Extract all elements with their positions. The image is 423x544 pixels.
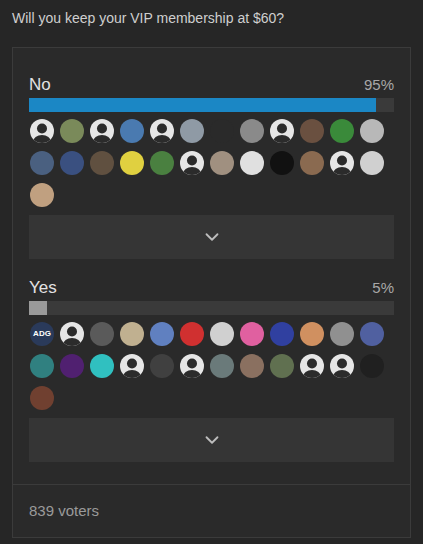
- avatar[interactable]: [180, 354, 204, 378]
- user-silhouette-icon: [270, 119, 294, 143]
- avatar[interactable]: [30, 354, 54, 378]
- user-silhouette-icon: [150, 119, 174, 143]
- user-silhouette-icon: [300, 354, 324, 378]
- avatar[interactable]: [120, 119, 144, 143]
- expand-button[interactable]: [29, 215, 394, 259]
- avatar[interactable]: [360, 322, 384, 346]
- user-silhouette-icon: [120, 354, 144, 378]
- poll-footer: 839 voters: [13, 484, 410, 537]
- poll-option: Yes 5% ADG: [29, 277, 394, 462]
- avatar[interactable]: [270, 151, 294, 175]
- poll-option: No 95%: [29, 74, 394, 259]
- avatar[interactable]: [150, 354, 174, 378]
- option-bar-fill: [29, 98, 376, 112]
- chevron-down-icon: [201, 226, 223, 248]
- option-label: Yes: [29, 279, 57, 296]
- avatar[interactable]: [270, 322, 294, 346]
- avatar[interactable]: [30, 386, 54, 410]
- avatar[interactable]: [360, 354, 384, 378]
- avatar[interactable]: [90, 119, 114, 143]
- avatar[interactable]: [60, 151, 84, 175]
- avatar[interactable]: [330, 151, 354, 175]
- chevron-down-icon: [201, 429, 223, 451]
- avatar[interactable]: [270, 119, 294, 143]
- avatar[interactable]: [240, 119, 264, 143]
- avatar[interactable]: [150, 322, 174, 346]
- avatar[interactable]: [300, 354, 324, 378]
- expand-button[interactable]: [29, 418, 394, 462]
- avatar[interactable]: [150, 151, 174, 175]
- option-bar: [29, 98, 394, 112]
- avatar[interactable]: [210, 354, 234, 378]
- user-silhouette-icon: [90, 119, 114, 143]
- avatar[interactable]: [240, 151, 264, 175]
- option-percent: 95%: [364, 77, 394, 92]
- avatar[interactable]: [60, 119, 84, 143]
- avatar[interactable]: [330, 322, 354, 346]
- user-silhouette-icon: [180, 151, 204, 175]
- avatar[interactable]: [150, 119, 174, 143]
- avatar[interactable]: [120, 354, 144, 378]
- user-silhouette-icon: [30, 119, 54, 143]
- poll-question: Will you keep your VIP membership at $60…: [12, 8, 411, 28]
- avatar[interactable]: [360, 119, 384, 143]
- voter-count: 839 voters: [29, 502, 99, 519]
- avatar[interactable]: [270, 354, 294, 378]
- poll-page: Will you keep your VIP membership at $60…: [0, 0, 423, 544]
- avatar[interactable]: [60, 354, 84, 378]
- avatar[interactable]: [180, 151, 204, 175]
- avatar[interactable]: [210, 322, 234, 346]
- avatar[interactable]: [60, 322, 84, 346]
- avatar[interactable]: [330, 119, 354, 143]
- avatar[interactable]: [120, 151, 144, 175]
- user-silhouette-icon: [330, 151, 354, 175]
- option-label: No: [29, 76, 51, 93]
- user-silhouette-icon: [60, 322, 84, 346]
- avatar[interactable]: [180, 119, 204, 143]
- user-silhouette-icon: [180, 354, 204, 378]
- avatar[interactable]: [30, 119, 54, 143]
- avatar[interactable]: [300, 119, 324, 143]
- avatar[interactable]: [240, 322, 264, 346]
- voter-avatars: [29, 119, 394, 207]
- avatar[interactable]: [30, 151, 54, 175]
- avatar[interactable]: [180, 322, 204, 346]
- option-bar: [29, 301, 394, 315]
- avatar[interactable]: [30, 183, 54, 207]
- avatar[interactable]: [90, 151, 114, 175]
- avatar[interactable]: [90, 322, 114, 346]
- poll-card: No 95% Yes 5% ADG 839 voters: [12, 47, 411, 538]
- avatar[interactable]: [210, 119, 234, 143]
- avatar[interactable]: [300, 151, 324, 175]
- avatar[interactable]: [120, 322, 144, 346]
- avatar[interactable]: ADG: [30, 322, 54, 346]
- avatar[interactable]: [240, 354, 264, 378]
- avatar[interactable]: [210, 151, 234, 175]
- avatar[interactable]: [330, 354, 354, 378]
- avatar[interactable]: [360, 151, 384, 175]
- avatar[interactable]: [90, 354, 114, 378]
- user-silhouette-icon: [330, 354, 354, 378]
- avatar[interactable]: [300, 322, 324, 346]
- option-bar-fill: [29, 301, 47, 315]
- option-percent: 5%: [372, 280, 394, 295]
- voter-avatars: ADG: [29, 322, 394, 410]
